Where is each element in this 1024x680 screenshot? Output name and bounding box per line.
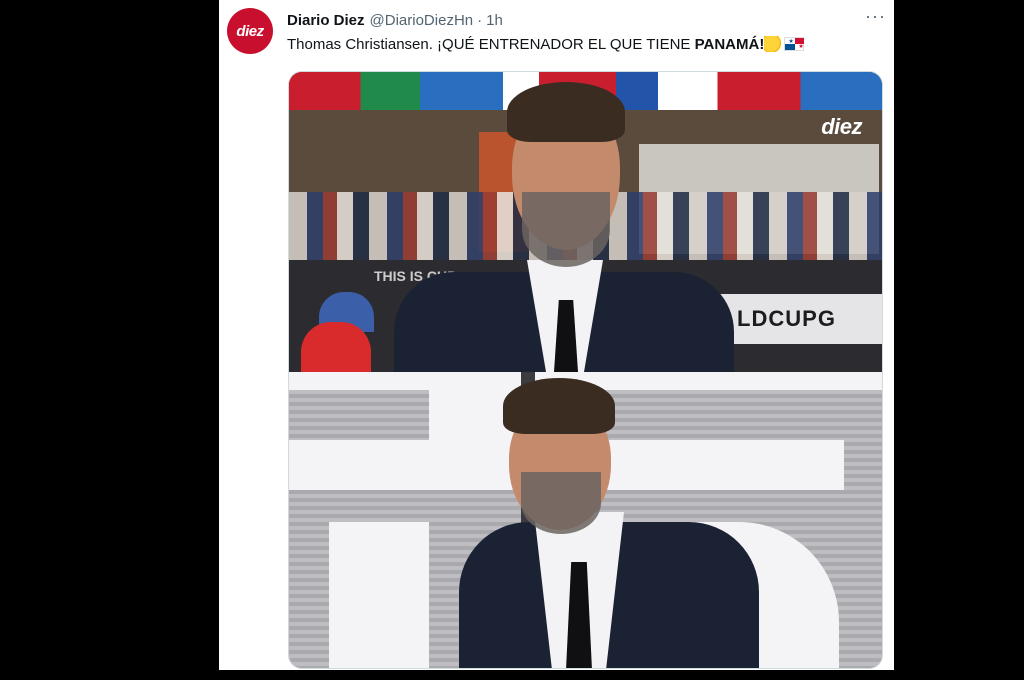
tweet-text-plain: Thomas Christiansen. ¡QUÉ ENTRENADOR EL …: [287, 36, 695, 53]
diez-watermark: diez: [821, 114, 862, 139]
avatar-logo-text: diez: [236, 22, 264, 40]
timestamp[interactable]: 1h: [486, 12, 503, 29]
photo-coach-smiling[interactable]: [289, 372, 882, 668]
fan-red: [301, 322, 371, 372]
tweet-text: Thomas Christiansen. ¡QUÉ ENTRENADOR EL …: [287, 34, 884, 56]
coach-figure-bottom: [459, 372, 769, 668]
avatar[interactable]: diez: [227, 8, 273, 54]
coach-figure-top: [394, 72, 734, 372]
clapping-hands-icon: [764, 36, 783, 52]
tweet-header: Diario Diez @DiarioDiezHn · 1h: [287, 9, 894, 31]
separator-dot: ·: [477, 11, 483, 29]
white-letter-shape: [329, 522, 429, 668]
more-options-icon[interactable]: ···: [865, 7, 886, 25]
tweet-card: diez Diario Diez @DiarioDiezHn · 1h ··· …: [219, 0, 894, 670]
photo-coach-stands[interactable]: THIS IS CUP LDCUPG diez: [289, 72, 882, 372]
display-name[interactable]: Diario Diez: [287, 12, 365, 29]
panama-flag-icon: ★ ★: [784, 37, 805, 51]
user-handle[interactable]: @DiarioDiezHn: [370, 12, 474, 29]
media-grid[interactable]: THIS IS CUP LDCUPG diez: [288, 71, 883, 669]
tweet-text-bold: PANAMÁ: [694, 36, 760, 53]
